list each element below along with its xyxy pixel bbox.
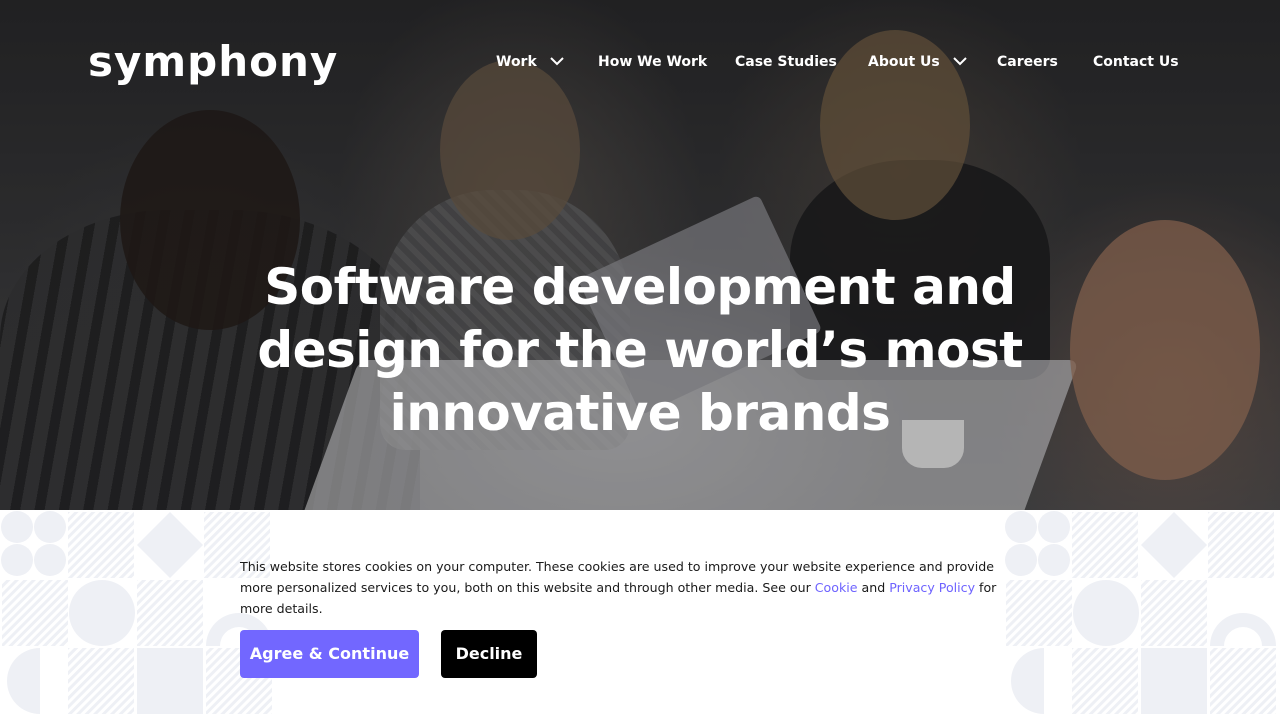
nav-item-contact-us[interactable]: Contact Us [1093,50,1179,74]
hero-headline-line: innovative brands [389,384,891,442]
nav-item-label: How We Work [598,54,708,70]
hero-headline: Software development and design for the … [200,256,1080,445]
nav-item-case-studies[interactable]: Case Studies [735,50,837,74]
chevron-down-icon [549,56,564,65]
decorative-pattern [1,511,272,714]
nav-item-work[interactable]: Work [496,50,564,74]
nav-item-about-us[interactable]: About Us [868,50,967,74]
cookie-notice-text: This website stores cookies on your comp… [240,556,1020,619]
nav-item-label: Careers [997,54,1058,70]
hero-headline-line: design for the world’s most [257,321,1023,379]
cookie-banner: This website stores cookies on your comp… [0,510,1280,720]
privacy-policy-link[interactable]: Privacy Policy [889,580,975,595]
nav-item-label: Contact Us [1093,54,1179,70]
nav-item-label: About Us [868,54,940,70]
main-navigation: Work How We Work Case Studies About Us C… [0,50,1280,74]
agree-continue-button[interactable]: Agree & Continue [240,630,419,678]
decorative-pattern [1005,511,1276,714]
nav-item-how-we-work[interactable]: How We Work [598,50,707,74]
nav-item-label: Work [496,54,537,70]
hero-headline-line: Software development and [264,258,1016,316]
decline-button[interactable]: Decline [441,630,537,678]
nav-item-careers[interactable]: Careers [997,50,1058,74]
chevron-down-icon [952,56,967,65]
cookie-notice-and: and [857,580,890,595]
cookie-policy-link[interactable]: Cookie [815,580,858,595]
nav-item-label: Case Studies [735,54,837,70]
hero-section: symphony Work How We Work Case Studies A… [0,0,1280,510]
